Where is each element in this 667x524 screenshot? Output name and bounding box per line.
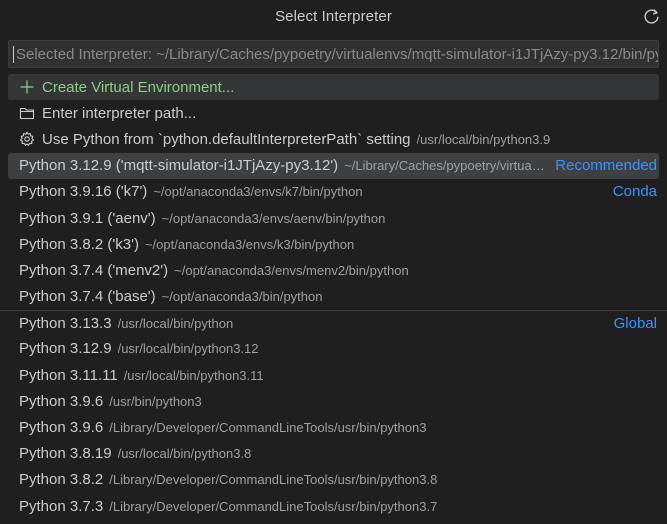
interpreter-item-conda[interactable]: Python 3.8.2 ('k3') ~/opt/anaconda3/envs… <box>0 231 667 257</box>
interpreter-label: Python 3.9.6 <box>19 419 104 437</box>
interpreter-path: ~/opt/anaconda3/bin/python <box>161 289 323 305</box>
create-venv-label: Create Virtual Environment... <box>42 78 235 96</box>
interpreter-item-conda[interactable]: Python 3.9.1 ('aenv') ~/opt/anaconda3/en… <box>0 205 667 231</box>
interpreter-path: ~/opt/anaconda3/envs/aenv/bin/python <box>161 210 386 226</box>
interpreter-item-conda[interactable]: Python 3.9.16 ('k7') ~/opt/anaconda3/env… <box>0 179 667 205</box>
interpreter-path: ~/Library/Caches/pypoetry/virtualenvs/mq… <box>344 158 545 174</box>
interpreter-item-conda[interactable]: Python 3.7.4 ('menv2') ~/opt/anaconda3/e… <box>0 257 667 283</box>
interpreter-path: /usr/bin/python3 <box>109 393 202 409</box>
interpreter-item-global[interactable]: Python 3.13.3 /usr/local/bin/python Glob… <box>0 309 667 336</box>
interpreter-path: ~/opt/anaconda3/envs/k3/bin/python <box>144 236 355 252</box>
interpreter-label: Python 3.12.9 <box>19 340 112 358</box>
interpreter-label: Python 3.7.3 <box>19 497 104 515</box>
default-path-setting-item[interactable]: Use Python from `python.defaultInterpret… <box>0 126 667 152</box>
gear-icon <box>19 131 35 147</box>
group-label-recommended: Recommended <box>555 157 657 175</box>
interpreter-label: Python 3.13.3 <box>19 314 112 332</box>
default-path-setting-label: Use Python from `python.defaultInterpret… <box>42 130 411 148</box>
interpreter-label: Python 3.9.1 ('aenv') <box>19 209 156 227</box>
interpreter-item-global[interactable]: Python 3.8.2 /Library/Developer/CommandL… <box>0 467 667 493</box>
interpreter-item-conda[interactable]: Python 3.7.4 ('base') ~/opt/anaconda3/bi… <box>0 284 667 310</box>
interpreter-item-global[interactable]: Python 3.7.3 /Library/Developer/CommandL… <box>0 493 667 519</box>
interpreter-list: Create Virtual Environment... Enter inte… <box>0 74 667 519</box>
interpreter-item-global[interactable]: Python 3.11.11 /usr/local/bin/python3.11 <box>0 362 667 388</box>
interpreter-label: Python 3.8.2 ('k3') <box>19 235 139 253</box>
interpreter-search-input[interactable] <box>14 41 658 67</box>
interpreter-label: Python 3.7.4 ('base') <box>19 288 156 306</box>
group-label-global: Global <box>613 314 657 332</box>
plus-icon <box>19 79 35 95</box>
interpreter-item-global[interactable]: Python 3.9.6 /usr/bin/python3 <box>0 388 667 414</box>
interpreter-search-box[interactable] <box>8 40 659 68</box>
folder-icon <box>19 105 35 121</box>
interpreter-item-global[interactable]: Python 3.12.9 /usr/local/bin/python3.12 <box>0 336 667 362</box>
interpreter-path: ~/opt/anaconda3/envs/k7/bin/python <box>153 184 363 200</box>
interpreter-path: /usr/local/bin/python3.11 <box>123 367 264 383</box>
interpreter-path: /usr/local/bin/python3.8 <box>117 446 252 462</box>
interpreter-item-global[interactable]: Python 3.8.19 /usr/local/bin/python3.8 <box>0 441 667 467</box>
create-venv-item[interactable]: Create Virtual Environment... <box>8 74 659 101</box>
interpreter-label: Python 3.8.19 <box>19 445 112 463</box>
enter-path-item[interactable]: Enter interpreter path... <box>0 100 667 126</box>
quick-pick-header: Select Interpreter <box>0 0 667 32</box>
interpreter-item-global[interactable]: Python 3.9.6 /Library/Developer/CommandL… <box>0 414 667 440</box>
default-path-setting-desc: /usr/local/bin/python3.9 <box>416 131 551 147</box>
interpreter-path: /Library/Developer/CommandLineTools/usr/… <box>109 472 438 488</box>
interpreter-path: ~/opt/anaconda3/envs/menv2/bin/python <box>174 262 409 278</box>
enter-path-label: Enter interpreter path... <box>42 104 197 122</box>
interpreter-label: Python 3.11.11 <box>19 366 118 384</box>
quick-pick-title: Select Interpreter <box>275 7 392 25</box>
interpreter-path: /Library/Developer/CommandLineTools/usr/… <box>109 498 438 514</box>
interpreter-label: Python 3.9.6 <box>19 392 104 410</box>
interpreter-label: Python 3.9.16 ('k7') <box>19 183 148 201</box>
refresh-icon[interactable] <box>641 6 661 26</box>
interpreter-label: Python 3.12.9 ('mqtt-simulator-i1JTjAzy-… <box>19 157 339 175</box>
group-label-conda: Conda <box>612 183 657 201</box>
interpreter-path: /usr/local/bin/python3.12 <box>117 341 259 357</box>
interpreter-label: Python 3.7.4 ('menv2') <box>19 261 169 279</box>
recommended-interpreter-item[interactable]: Python 3.12.9 ('mqtt-simulator-i1JTjAzy-… <box>8 152 659 179</box>
interpreter-label: Python 3.8.2 <box>19 471 104 489</box>
interpreter-path: /Library/Developer/CommandLineTools/usr/… <box>109 420 427 436</box>
interpreter-path: /usr/local/bin/python <box>117 315 234 331</box>
